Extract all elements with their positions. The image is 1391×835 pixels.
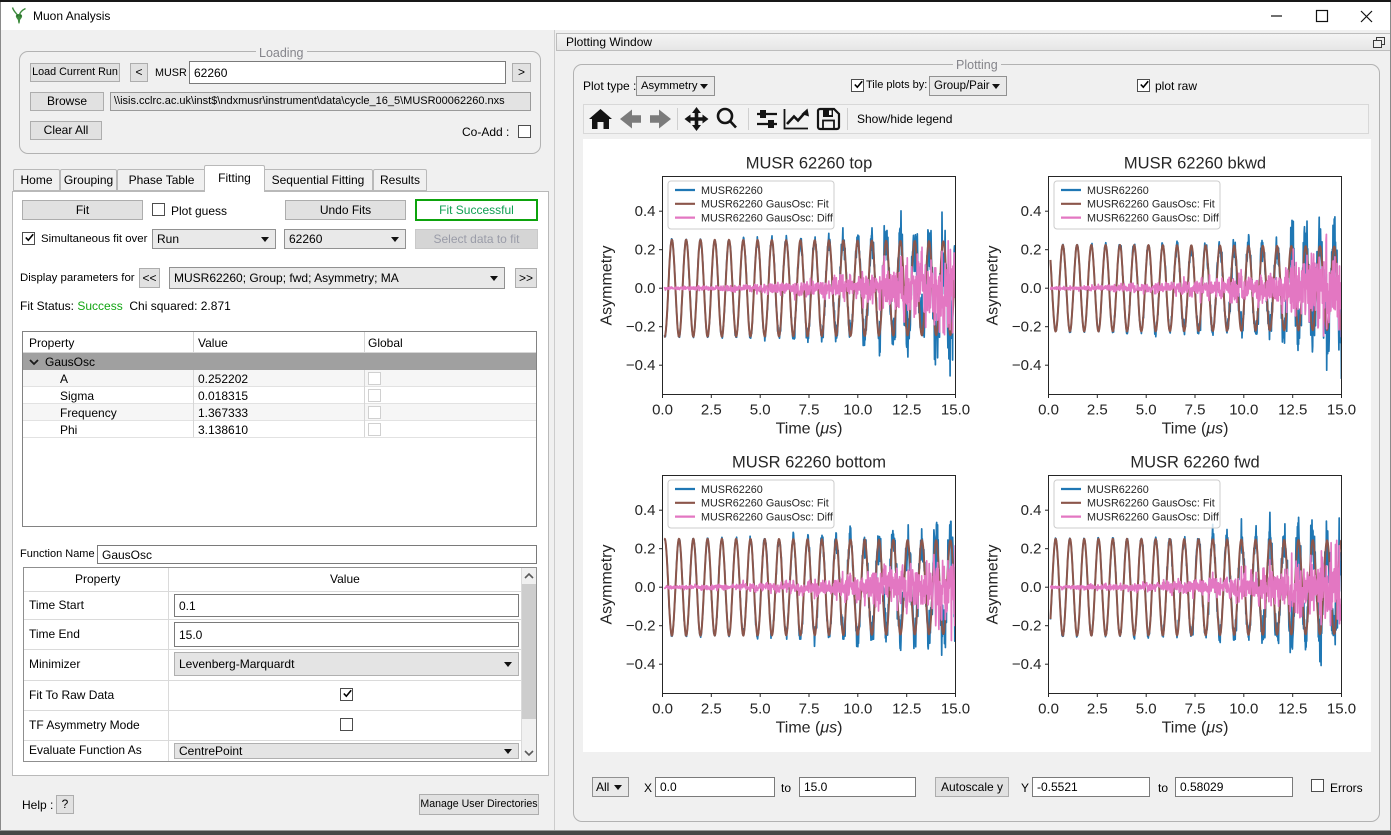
svg-text:2.5: 2.5 <box>1087 701 1108 718</box>
svg-text:MUSR 62260 fwd: MUSR 62260 fwd <box>1130 454 1259 472</box>
svg-text:−0.4: −0.4 <box>626 656 656 673</box>
svg-text:10.0: 10.0 <box>843 402 872 419</box>
svg-text:Asymmetry: Asymmetry <box>985 545 1002 625</box>
svg-text:−0.2: −0.2 <box>1012 319 1042 336</box>
svg-text:0.4: 0.4 <box>1021 203 1042 220</box>
svg-text:12.5: 12.5 <box>892 701 921 718</box>
svg-text:0.4: 0.4 <box>1021 502 1042 519</box>
svg-text:Asymmetry: Asymmetry <box>985 246 1002 326</box>
svg-text:MUSR62260: MUSR62260 <box>701 484 763 496</box>
svg-text:0.0: 0.0 <box>1038 402 1059 419</box>
svg-text:MUSR62260 GausOsc: Diff: MUSR62260 GausOsc: Diff <box>701 511 834 523</box>
svg-text:MUSR62260 GausOsc: Fit: MUSR62260 GausOsc: Fit <box>1087 498 1215 510</box>
svg-text:10.0: 10.0 <box>843 701 872 718</box>
svg-text:−0.2: −0.2 <box>626 618 656 635</box>
svg-text:0.2: 0.2 <box>1021 541 1042 558</box>
svg-text:5.0: 5.0 <box>1136 402 1157 419</box>
svg-text:10.0: 10.0 <box>1229 701 1258 718</box>
svg-text:0.2: 0.2 <box>635 541 656 558</box>
svg-text:7.5: 7.5 <box>1185 402 1206 419</box>
svg-text:0.0: 0.0 <box>635 579 656 596</box>
svg-text:0.0: 0.0 <box>652 701 673 718</box>
svg-text:MUSR62260 GausOsc: Diff: MUSR62260 GausOsc: Diff <box>1087 511 1220 523</box>
svg-text:15.0: 15.0 <box>941 402 970 419</box>
svg-text:5.0: 5.0 <box>1136 701 1157 718</box>
svg-text:0.2: 0.2 <box>635 242 656 259</box>
svg-text:Asymmetry: Asymmetry <box>599 246 616 326</box>
svg-text:0.0: 0.0 <box>1021 579 1042 596</box>
svg-text:MUSR62260 GausOsc: Fit: MUSR62260 GausOsc: Fit <box>701 199 829 211</box>
svg-text:2.5: 2.5 <box>1087 402 1108 419</box>
svg-text:Time (μs): Time (μs) <box>776 421 843 438</box>
svg-text:MUSR62260 GausOsc: Fit: MUSR62260 GausOsc: Fit <box>701 498 829 510</box>
svg-text:0.0: 0.0 <box>1038 701 1059 718</box>
svg-text:MUSR62260 GausOsc: Diff: MUSR62260 GausOsc: Diff <box>701 212 834 224</box>
svg-text:2.5: 2.5 <box>701 701 722 718</box>
svg-text:0.2: 0.2 <box>1021 242 1042 259</box>
svg-text:5.0: 5.0 <box>750 701 771 718</box>
svg-text:7.5: 7.5 <box>799 402 820 419</box>
svg-text:12.5: 12.5 <box>1278 701 1307 718</box>
svg-text:−0.4: −0.4 <box>626 357 656 374</box>
svg-text:Asymmetry: Asymmetry <box>599 545 616 625</box>
svg-text:MUSR 62260 top: MUSR 62260 top <box>746 155 873 173</box>
svg-text:−0.4: −0.4 <box>1012 656 1042 673</box>
svg-text:−0.4: −0.4 <box>1012 357 1042 374</box>
svg-text:MUSR62260 GausOsc: Diff: MUSR62260 GausOsc: Diff <box>1087 212 1220 224</box>
svg-text:−0.2: −0.2 <box>626 319 656 336</box>
svg-text:MUSR 62260 bkwd: MUSR 62260 bkwd <box>1124 155 1266 173</box>
svg-text:12.5: 12.5 <box>892 402 921 419</box>
svg-text:MUSR62260: MUSR62260 <box>1087 484 1149 496</box>
svg-text:MUSR62260: MUSR62260 <box>1087 185 1149 197</box>
svg-text:Time (μs): Time (μs) <box>1162 421 1229 438</box>
svg-text:MUSR62260: MUSR62260 <box>701 185 763 197</box>
svg-text:15.0: 15.0 <box>1327 701 1356 718</box>
svg-text:7.5: 7.5 <box>1185 701 1206 718</box>
svg-text:−0.2: −0.2 <box>1012 618 1042 635</box>
svg-text:0.4: 0.4 <box>635 502 656 519</box>
svg-text:10.0: 10.0 <box>1229 402 1258 419</box>
svg-text:0.0: 0.0 <box>635 280 656 297</box>
svg-text:12.5: 12.5 <box>1278 402 1307 419</box>
svg-text:2.5: 2.5 <box>701 402 722 419</box>
svg-text:0.0: 0.0 <box>1021 280 1042 297</box>
svg-text:MUSR62260 GausOsc: Fit: MUSR62260 GausOsc: Fit <box>1087 199 1215 211</box>
svg-text:Time (μs): Time (μs) <box>1162 720 1229 737</box>
svg-text:0.0: 0.0 <box>652 402 673 419</box>
svg-text:15.0: 15.0 <box>1327 402 1356 419</box>
svg-text:15.0: 15.0 <box>941 701 970 718</box>
svg-text:Time (μs): Time (μs) <box>776 720 843 737</box>
svg-text:0.4: 0.4 <box>635 203 656 220</box>
svg-text:MUSR 62260 bottom: MUSR 62260 bottom <box>732 454 886 472</box>
svg-text:7.5: 7.5 <box>799 701 820 718</box>
svg-text:5.0: 5.0 <box>750 402 771 419</box>
